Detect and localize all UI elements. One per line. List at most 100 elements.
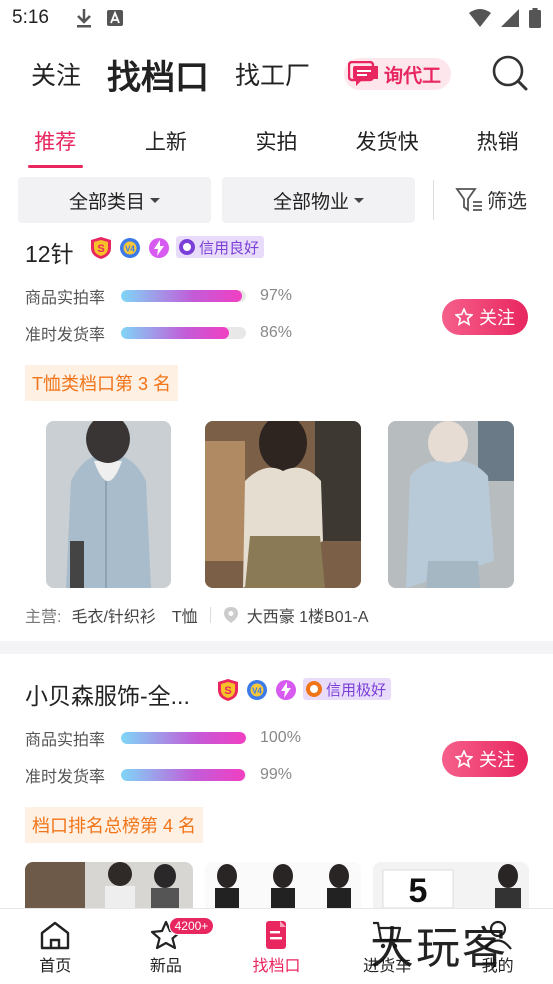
metric-label: 商品实拍率 bbox=[25, 290, 106, 307]
svg-text:V4: V4 bbox=[252, 687, 262, 696]
product-image[interactable]: 5 bbox=[373, 862, 529, 908]
progress-fill bbox=[121, 769, 245, 781]
credit-badge: 信用极好 bbox=[303, 678, 392, 700]
top-nav: 关注 找档口 找工厂 询代工 bbox=[0, 44, 553, 104]
metric-ontime-rate: 准时发货率 99% bbox=[25, 763, 292, 787]
divider bbox=[209, 607, 211, 623]
subtab-recommend[interactable]: 推荐 bbox=[0, 118, 111, 168]
home-icon bbox=[41, 921, 70, 950]
filter-bar: 全部类目 全部物业 筛选 bbox=[0, 177, 553, 223]
progress-track bbox=[121, 327, 246, 339]
product-image[interactable] bbox=[205, 421, 361, 588]
category-filter-label: 全部类目 bbox=[68, 191, 145, 213]
progress-track bbox=[121, 769, 246, 781]
progress-track bbox=[121, 290, 246, 302]
font-notification-icon bbox=[106, 10, 123, 26]
svg-text:5: 5 bbox=[409, 872, 428, 908]
wifi-icon bbox=[469, 9, 491, 27]
location-pin-icon bbox=[223, 607, 238, 623]
property-filter[interactable]: 全部物业 bbox=[222, 177, 415, 223]
metric-label: 准时发货率 bbox=[25, 769, 106, 786]
follow-label: 关注 bbox=[479, 308, 515, 328]
status-time: 5:16 bbox=[12, 7, 49, 28]
metric-photo-rate: 商品实拍率 97% bbox=[25, 284, 292, 308]
bottom-tab-new[interactable]: 4200+ 新品 bbox=[111, 909, 222, 984]
store-name: 小贝森服饰-全... bbox=[25, 683, 190, 709]
rank-tag: 档口排名总榜第 4 名 bbox=[25, 807, 204, 843]
screen-filter-button[interactable]: 筛选 bbox=[455, 185, 527, 214]
section-divider bbox=[0, 641, 553, 654]
metric-value: 99% bbox=[260, 766, 293, 783]
svg-text:S: S bbox=[97, 243, 104, 255]
funnel-icon bbox=[455, 187, 482, 212]
progress-fill bbox=[121, 290, 243, 302]
follow-label: 关注 bbox=[479, 750, 515, 770]
progress-track bbox=[121, 732, 246, 744]
document-icon bbox=[266, 921, 287, 949]
store-name: 12针 bbox=[25, 241, 74, 267]
subtab-real-shot[interactable]: 实拍 bbox=[221, 118, 332, 168]
rank-tag: T恤类档口第 3 名 bbox=[25, 365, 179, 401]
product-photo bbox=[25, 862, 193, 908]
store-location: 大西豪 1楼B01-A bbox=[246, 609, 369, 626]
lightning-icon bbox=[276, 680, 296, 700]
bottom-tab-find-stall[interactable]: 找档口 bbox=[221, 909, 332, 984]
gear-v-badge-icon: V4 bbox=[247, 680, 267, 700]
product-image[interactable] bbox=[388, 421, 514, 588]
metric-label: 商品实拍率 bbox=[25, 732, 106, 749]
credit-label: 信用极好 bbox=[326, 681, 387, 699]
signal-icon bbox=[501, 9, 519, 27]
product-photo bbox=[205, 862, 361, 908]
caret-down-icon bbox=[354, 197, 364, 203]
property-filter-label: 全部物业 bbox=[272, 191, 349, 213]
metric-value: 100% bbox=[260, 729, 301, 746]
tab-find-stall[interactable]: 找档口 bbox=[107, 50, 209, 99]
screen-filter-label: 筛选 bbox=[487, 191, 527, 213]
product-photo bbox=[205, 421, 361, 588]
product-image[interactable] bbox=[25, 862, 193, 908]
product-photo: 5 bbox=[373, 862, 529, 908]
product-image[interactable] bbox=[205, 862, 361, 908]
bottom-tab-label: 找档口 bbox=[252, 958, 301, 975]
metric-ontime-rate: 准时发货率 86% bbox=[25, 321, 292, 345]
product-image[interactable] bbox=[46, 421, 171, 588]
chat-bubble-icon bbox=[348, 61, 379, 86]
search-icon[interactable] bbox=[491, 54, 529, 92]
status-bar: 5:16 bbox=[0, 0, 553, 36]
sub-tabs: 推荐 上新 实拍 发货快 热销 bbox=[0, 118, 553, 168]
bottom-tab-home[interactable]: 首页 bbox=[0, 909, 111, 984]
main-business-label: 主营: bbox=[25, 609, 62, 626]
shield-s-icon: S bbox=[218, 679, 238, 701]
gear-v-badge-icon: V4 bbox=[120, 238, 140, 258]
credit-shield-icon bbox=[306, 681, 322, 697]
metric-label: 准时发货率 bbox=[25, 327, 106, 344]
category-filter[interactable]: 全部类目 bbox=[18, 177, 211, 223]
progress-fill bbox=[121, 732, 246, 744]
tab-find-factory[interactable]: 找工厂 bbox=[235, 56, 310, 92]
progress-fill bbox=[121, 327, 229, 339]
bottom-tab-label: 新品 bbox=[149, 958, 182, 975]
subtab-fast-shipping[interactable]: 发货快 bbox=[332, 118, 443, 168]
main-business: 主营: 毛衣/针织衫 T恤 大西豪 1楼B01-A bbox=[25, 603, 369, 627]
metric-value: 97% bbox=[260, 287, 293, 304]
inquiry-label: 询代工 bbox=[384, 65, 442, 87]
metric-photo-rate: 商品实拍率 100% bbox=[25, 726, 301, 750]
svg-text:S: S bbox=[224, 685, 231, 697]
credit-shield-icon bbox=[179, 239, 195, 255]
product-photo bbox=[46, 421, 171, 588]
inquiry-oem-button[interactable]: 询代工 bbox=[344, 58, 452, 90]
star-icon bbox=[455, 750, 473, 768]
divider bbox=[433, 180, 434, 220]
tab-follow[interactable]: 关注 bbox=[31, 56, 81, 92]
product-photo bbox=[388, 421, 514, 588]
main-category: 毛衣/针织衫 bbox=[71, 609, 156, 626]
subtab-hot-sale[interactable]: 热销 bbox=[442, 118, 553, 168]
metric-value: 86% bbox=[260, 324, 293, 341]
star-icon bbox=[455, 308, 473, 326]
watermark: 大玩客 bbox=[370, 923, 508, 974]
follow-button[interactable]: 关注 bbox=[442, 299, 528, 335]
follow-button[interactable]: 关注 bbox=[442, 741, 528, 777]
bottom-tab-label: 首页 bbox=[39, 958, 72, 975]
lightning-icon bbox=[149, 238, 169, 258]
subtab-new[interactable]: 上新 bbox=[111, 118, 222, 168]
